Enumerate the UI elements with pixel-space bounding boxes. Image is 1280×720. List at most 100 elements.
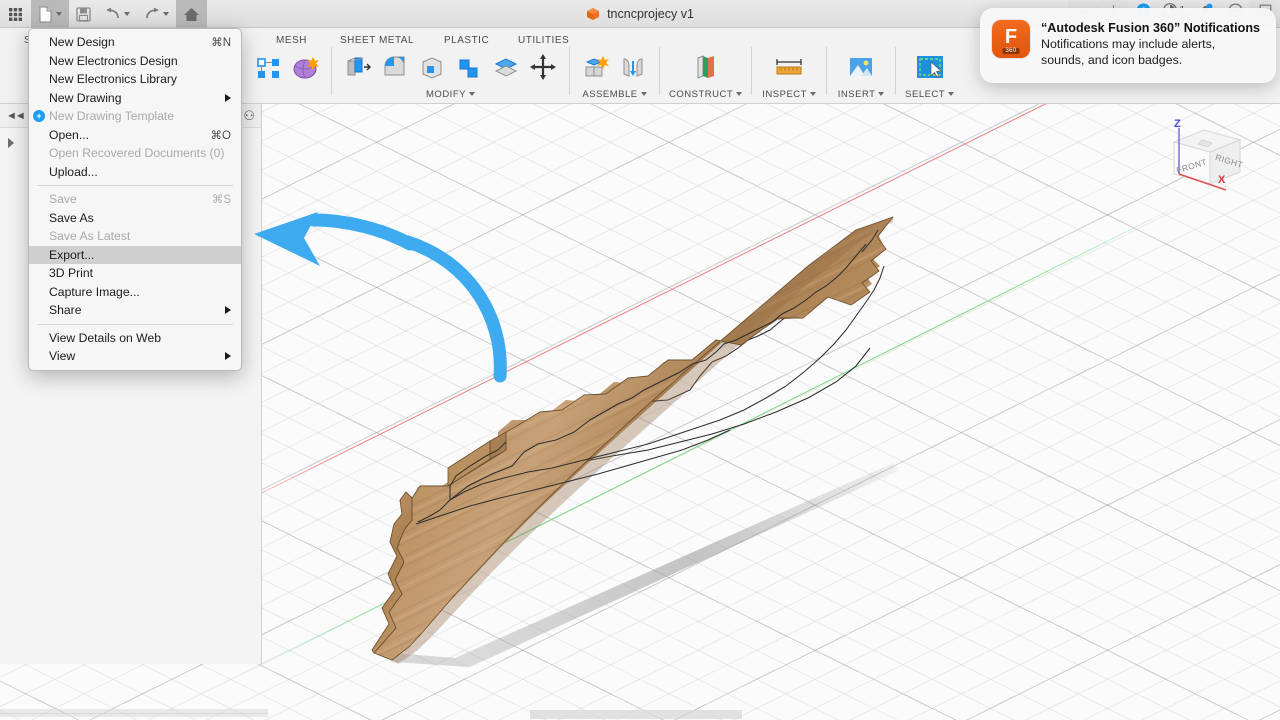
ribbon-group-construct[interactable]: CONSTRUCT <box>665 47 746 103</box>
expand-tree-icon[interactable] <box>8 138 14 148</box>
menu-item-shortcut: ⌘O <box>210 129 231 142</box>
pattern-icon[interactable] <box>251 50 285 84</box>
chevron-down-icon[interactable] <box>809 92 816 96</box>
menu-item-label: Save As Latest <box>49 229 131 244</box>
wood-part[interactable] <box>205 192 904 720</box>
menu-item-label: New Drawing <box>49 90 122 105</box>
arrow-shaft <box>401 235 507 383</box>
ribbon-separator <box>826 47 828 95</box>
file-menu-dropdown[interactable]: New Design ⌘N New Electronics Design New El… <box>28 28 242 371</box>
menu-item-open-recovered-documents-0: Open Recovered Documents (0) <box>29 144 241 163</box>
menu-item-new-drawing[interactable]: New Drawing <box>29 89 241 108</box>
menu-item-3d-print[interactable]: 3D Print <box>29 264 241 283</box>
press-pull-icon[interactable] <box>341 50 375 84</box>
ribbon-tab-sheet-metal[interactable]: SHEET METAL <box>340 35 414 46</box>
menu-item-view-details-on-web[interactable]: View Details on Web <box>29 329 241 348</box>
menu-item-label: New Drawing Template <box>49 109 175 124</box>
y-axis-line <box>210 197 1195 691</box>
document-title: tncncprojecy v1 <box>607 7 694 21</box>
view-cube[interactable]: FRONT RIGHT Z X <box>1148 112 1266 212</box>
ribbon-group-modify[interactable]: MODIFY <box>337 47 564 103</box>
menu-item-label: New Design <box>49 35 115 50</box>
menu-item-new-electronics-library[interactable]: New Electronics Library <box>29 70 241 89</box>
chevron-down-icon[interactable] <box>640 92 647 96</box>
ribbon-group-select[interactable]: SELECT <box>901 47 958 103</box>
menu-item-save: Save ⌘S <box>29 190 241 209</box>
menu-separator <box>37 323 233 325</box>
menu-item-new-design[interactable]: New Design ⌘N <box>29 33 241 52</box>
offset-plane-icon[interactable] <box>689 50 723 84</box>
ribbon-group-label-insert[interactable]: INSERT <box>838 87 885 101</box>
menu-item-label: View <box>49 349 76 364</box>
draft-icon[interactable] <box>452 50 486 84</box>
axis-x-label: X <box>1218 174 1226 186</box>
joint-icon[interactable] <box>616 50 650 84</box>
model-shadow <box>380 463 900 667</box>
submenu-arrow-icon[interactable] <box>225 306 231 315</box>
menu-item-shortcut: ⌘N <box>211 37 231 50</box>
submenu-arrow-icon[interactable] <box>225 93 231 102</box>
ribbon-tab-utilities[interactable]: UTILITIES <box>518 35 569 46</box>
menu-item-new-electronics-design[interactable]: New Electronics Design <box>29 52 241 71</box>
fusion360-app-icon: F 360 <box>992 20 1030 58</box>
menu-item-export[interactable]: Export... <box>29 245 241 264</box>
menu-item-share[interactable]: Share <box>29 301 241 320</box>
chevron-down-icon[interactable] <box>878 92 885 96</box>
ribbon-group-inspect[interactable]: INSPECT <box>757 47 821 103</box>
notification-title: “Autodesk Fusion 360” Notifications <box>1041 21 1261 35</box>
ribbon-group-label-construct[interactable]: CONSTRUCT <box>669 87 743 101</box>
ribbon-tab-mesh[interactable]: MESH <box>276 35 307 46</box>
ribbon-group-assemble[interactable]: ASSEMBLE <box>575 47 654 103</box>
menu-item-view[interactable]: View <box>29 347 241 366</box>
menu-item-label: 3D Print <box>49 266 94 281</box>
engraved-outline <box>449 251 873 501</box>
app-icon-sub: 360 <box>1002 48 1020 54</box>
menu-item-shortcut: ⌘S <box>211 194 231 207</box>
ribbon-group-insert[interactable]: INSERT <box>832 47 890 103</box>
export-pointer-arrow <box>238 198 538 388</box>
axis-z-label: Z <box>1174 118 1181 130</box>
submenu-arrow-icon[interactable] <box>225 352 231 361</box>
menu-item-label: Share <box>49 303 82 318</box>
ribbon-separator <box>895 47 897 95</box>
offset-face-icon[interactable] <box>489 50 523 84</box>
ribbon-separator <box>751 47 753 95</box>
move-copy-icon[interactable] <box>526 50 560 84</box>
menu-item-label: New Electronics Design <box>49 53 178 68</box>
ribbon-group-label-inspect[interactable]: INSPECT <box>762 87 816 101</box>
ribbon-group-label-assemble[interactable]: ASSEMBLE <box>582 87 647 101</box>
shell-icon[interactable] <box>415 50 449 84</box>
menu-item-upload[interactable]: Upload... <box>29 163 241 182</box>
menu-item-save-as-latest: Save As Latest <box>29 227 241 246</box>
menu-item-save-as[interactable]: Save As <box>29 209 241 228</box>
macos-notification-toast[interactable]: F 360 “Autodesk Fusion 360” Notification… <box>980 8 1276 83</box>
menu-item-open[interactable]: Open... ⌘O <box>29 126 241 145</box>
chevron-down-icon[interactable] <box>948 92 955 96</box>
chevron-down-icon[interactable] <box>468 92 475 96</box>
ribbon-group-label-select[interactable]: SELECT <box>905 87 955 101</box>
fusion360-window: FRONT RIGHT Z X ◄◄ B ⚇ <box>0 0 1280 720</box>
new-badge-icon: + <box>33 110 45 123</box>
menu-item-label: Open Recovered Documents (0) <box>49 146 225 161</box>
chevron-down-icon[interactable] <box>736 92 743 96</box>
mesh-icon[interactable] <box>288 50 322 84</box>
menu-item-label: New Electronics Library <box>49 72 178 87</box>
ribbon-group-label-modify[interactable]: MODIFY <box>426 87 475 101</box>
fillet-icon[interactable] <box>378 50 412 84</box>
menu-item-label: Capture Image... <box>49 284 140 299</box>
measure-icon[interactable] <box>772 50 806 84</box>
ribbon-separator <box>331 47 332 95</box>
menu-item-new-drawing-template: + New Drawing Template <box>29 107 241 126</box>
menu-item-label: View Details on Web <box>49 330 162 345</box>
menu-item-label: Upload... <box>49 164 98 179</box>
ribbon-tab-plastic[interactable]: PLASTIC <box>444 35 489 46</box>
select-window-icon[interactable] <box>913 50 947 84</box>
new-component-icon[interactable] <box>579 50 613 84</box>
notification-body: Notifications may include alerts, sounds… <box>1041 37 1216 68</box>
menu-item-label: Open... <box>49 127 89 142</box>
insert-image-icon[interactable] <box>844 50 878 84</box>
units-icon[interactable]: ⚇ <box>243 108 255 124</box>
collapse-panel-icon[interactable]: ◄◄ <box>6 110 26 122</box>
ribbon-separator <box>659 47 660 95</box>
menu-item-capture-image[interactable]: Capture Image... <box>29 283 241 302</box>
